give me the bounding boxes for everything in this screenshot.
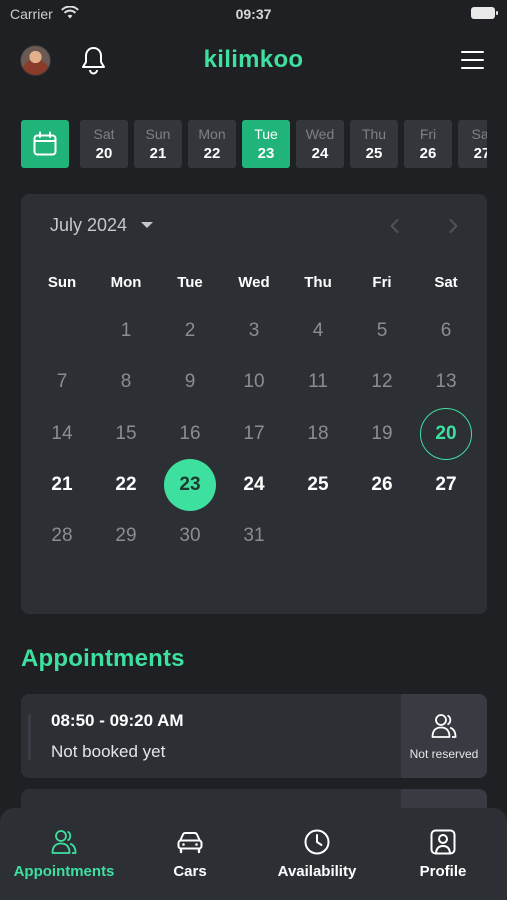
date-chip-weekday: Fri — [419, 126, 437, 142]
appointments-heading: Appointments — [21, 645, 185, 672]
tab-availability[interactable]: Availability — [254, 808, 380, 900]
date-chip-tue-23[interactable]: Tue 23 — [242, 120, 290, 168]
calendar-day[interactable]: 18 — [292, 408, 344, 460]
calendar-day[interactable]: 3 — [228, 305, 280, 357]
appointment-time: 08:50 - 09:20 AM — [51, 711, 184, 730]
calendar-day[interactable]: 17 — [228, 408, 280, 460]
date-chip-day: 21 — [149, 145, 167, 162]
tab-cars[interactable]: Cars — [127, 808, 253, 900]
users-icon — [51, 830, 77, 854]
calendar-day[interactable]: 25 — [292, 459, 344, 511]
appointment-status: Not booked yet — [51, 742, 166, 761]
chevron-right-icon[interactable] — [443, 216, 463, 236]
weekday-header: Fri — [372, 274, 392, 291]
date-chip-day: 22 — [203, 145, 221, 162]
calendar-picker-button[interactable] — [21, 120, 69, 168]
calendar-day[interactable]: 26 — [356, 459, 408, 511]
calendar-day[interactable]: 6 — [420, 305, 472, 357]
date-chip-day: 20 — [95, 145, 113, 162]
calendar-day[interactable]: 22 — [100, 459, 152, 511]
date-chip-weekday: Sat — [471, 126, 487, 142]
date-chip-thu-25[interactable]: Thu 25 — [350, 120, 398, 168]
date-chip-sun-21[interactable]: Sun 21 — [134, 120, 182, 168]
date-chip-weekday: Sat — [93, 126, 115, 142]
calendar-day[interactable]: 29 — [100, 510, 152, 562]
calendar-day[interactable]: 1 — [100, 305, 152, 357]
calendar-day[interactable]: 14 — [36, 408, 88, 460]
date-chip-mon-22[interactable]: Mon 22 — [188, 120, 236, 168]
date-chip-weekday: Thu — [361, 126, 387, 142]
calendar-day[interactable]: 27 — [420, 459, 472, 511]
calendar-day[interactable]: 2 — [164, 305, 216, 357]
weekday-header: Mon — [110, 274, 142, 291]
date-chip-day: 23 — [257, 145, 275, 162]
date-chip-weekday: Sun — [145, 126, 171, 142]
battery-icon — [471, 7, 498, 19]
profile-icon — [430, 829, 456, 855]
month-label[interactable]: July 2024 — [50, 215, 127, 236]
hamburger-menu-icon[interactable] — [461, 51, 484, 69]
date-chip-day: 26 — [419, 145, 437, 162]
tab-profile[interactable]: Profile — [380, 808, 506, 900]
calendar-day[interactable]: 31 — [228, 510, 280, 562]
date-chip-day: 24 — [311, 145, 329, 162]
calendar-day[interactable]: 4 — [292, 305, 344, 357]
calendar-day[interactable]: 11 — [292, 356, 344, 408]
calendar-day[interactable]: 23 — [164, 459, 216, 511]
weekday-header: Sat — [434, 274, 458, 291]
app-title: kilimkoo — [203, 46, 304, 73]
clock-label: 09:37 — [235, 6, 272, 22]
month-calendar: July 2024 Sun Mon Tue Wed Thu Fri Sat 1 2 3 4 5 6 7 8 9… — [21, 194, 487, 614]
weekday-header: Thu — [304, 274, 332, 291]
calendar-day[interactable]: 8 — [100, 356, 152, 408]
chevron-down-icon[interactable] — [141, 222, 153, 228]
tab-appointments[interactable]: Appointments — [1, 808, 127, 900]
status-bar: Carrier 09:37 — [0, 0, 507, 28]
calendar-day[interactable]: 21 — [36, 459, 88, 511]
calendar-day[interactable]: 20 — [420, 408, 472, 460]
weekday-header: Tue — [177, 274, 203, 291]
calendar-day[interactable]: 7 — [36, 356, 88, 408]
calendar-day[interactable]: 12 — [356, 356, 408, 408]
car-icon — [177, 832, 203, 854]
tab-label: Profile — [419, 863, 467, 880]
reservation-status-label: Not reserved — [409, 747, 479, 761]
calendar-day[interactable]: 10 — [228, 356, 280, 408]
date-chip-sat-20[interactable]: Sat 20 — [80, 120, 128, 168]
calendar-day[interactable]: 16 — [164, 408, 216, 460]
calendar-day[interactable]: 19 — [356, 408, 408, 460]
calendar-day[interactable]: 28 — [36, 510, 88, 562]
tab-label: Availability — [277, 863, 357, 880]
date-chip-sat-27[interactable]: Sat 27 — [458, 120, 487, 168]
date-chip-day: 27 — [473, 145, 487, 162]
calendar-day[interactable]: 9 — [164, 356, 216, 408]
reservation-status-button[interactable]: Not reserved — [401, 694, 487, 778]
clock-icon — [304, 829, 330, 855]
calendar-day[interactable]: 24 — [228, 459, 280, 511]
users-icon — [431, 714, 457, 738]
date-chip-fri-26[interactable]: Fri 26 — [404, 120, 452, 168]
tab-label: Cars — [173, 863, 207, 880]
date-chip-weekday: Mon — [198, 126, 226, 142]
weekday-header: Wed — [238, 274, 270, 291]
date-chip-weekday: Wed — [305, 126, 335, 142]
date-chip-wed-24[interactable]: Wed 24 — [296, 120, 344, 168]
date-chip-weekday: Tue — [254, 126, 278, 142]
appointment-card[interactable]: 08:50 - 09:20 AM Not booked yet Not rese… — [21, 694, 487, 778]
weekday-header: Sun — [47, 274, 77, 291]
calendar-day[interactable]: 15 — [100, 408, 152, 460]
appointment-indicator — [28, 714, 31, 760]
calendar-day[interactable]: 30 — [164, 510, 216, 562]
tab-label: Appointments — [13, 863, 115, 880]
calendar-day[interactable]: 13 — [420, 356, 472, 408]
date-chip-day: 25 — [365, 145, 383, 162]
date-strip: Sat 20 Sun 21 Mon 22 Tue 23 Wed 24 Thu 25 Fri 26 Sat 27 — [80, 120, 487, 168]
calendar-day[interactable]: 5 — [356, 305, 408, 357]
chevron-left-icon[interactable] — [385, 216, 405, 236]
calendar-icon — [33, 131, 57, 156]
bottom-tab-bar: Appointments Cars Availability Profile — [0, 808, 507, 900]
